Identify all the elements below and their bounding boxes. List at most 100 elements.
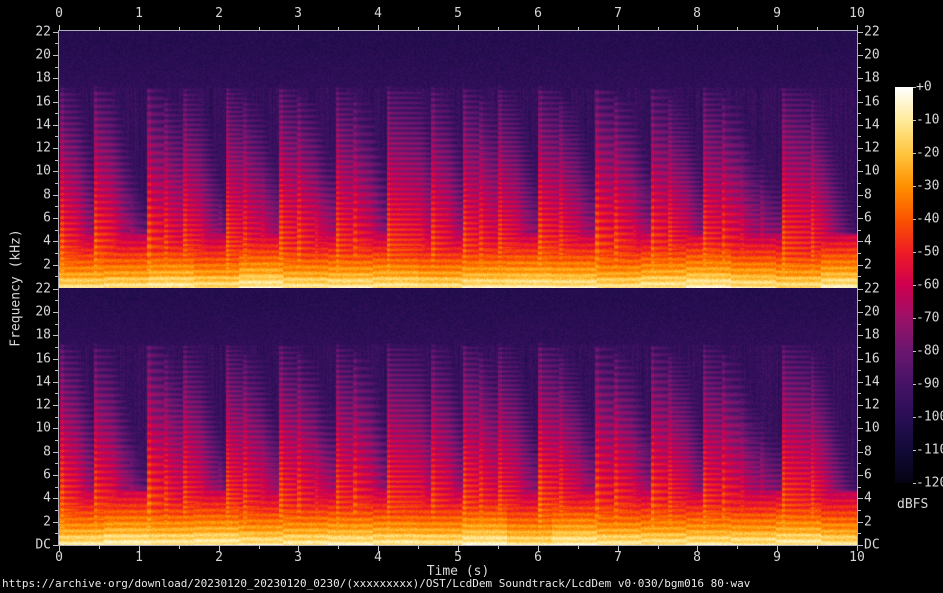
freq-minor-tick-left bbox=[55, 324, 58, 325]
freq-tick-label-right: 20 bbox=[864, 306, 880, 319]
time-tick-label-top: 10 bbox=[849, 7, 865, 20]
freq-major-tick-right bbox=[858, 359, 863, 360]
freq-major-tick-left bbox=[53, 125, 58, 126]
freq-major-tick-left bbox=[53, 312, 58, 313]
time-major-tick-top bbox=[378, 25, 379, 30]
freq-minor-tick-right bbox=[858, 113, 861, 114]
freq-tick-label-right: 6 bbox=[864, 469, 872, 482]
freq-tick-label-right: 4 bbox=[864, 235, 872, 248]
freq-minor-tick-right bbox=[858, 533, 861, 534]
freq-minor-tick-right bbox=[858, 324, 861, 325]
time-major-tick-top bbox=[697, 25, 698, 30]
time-tick-label-top: 9 bbox=[773, 7, 781, 20]
freq-minor-tick-right bbox=[858, 463, 861, 464]
freq-major-tick-right bbox=[858, 218, 863, 219]
freq-major-tick-left bbox=[53, 55, 58, 56]
freq-major-tick-right bbox=[858, 241, 863, 242]
time-tick-label-top: 0 bbox=[55, 7, 63, 20]
time-minor-tick-top bbox=[338, 27, 339, 30]
freq-tick-label-left: 4 bbox=[0, 235, 51, 248]
time-tick-label-top: 3 bbox=[294, 7, 302, 20]
freq-major-tick-right bbox=[858, 312, 863, 313]
freq-minor-tick-left bbox=[55, 417, 58, 418]
colorbar-tick-label: -60 bbox=[916, 279, 939, 292]
freq-tick-label-right: 18 bbox=[864, 329, 880, 342]
freq-tick-label-left: 18 bbox=[0, 329, 51, 342]
colorbar-tick-label: -90 bbox=[916, 378, 939, 391]
freq-tick-label-right: 6 bbox=[864, 212, 872, 225]
freq-major-tick-left bbox=[53, 148, 58, 149]
freq-minor-tick-left bbox=[55, 136, 58, 137]
freq-major-tick-right bbox=[858, 382, 863, 383]
freq-major-tick-right bbox=[858, 32, 863, 33]
freq-minor-tick-right bbox=[858, 206, 861, 207]
time-minor-tick-top bbox=[737, 27, 738, 30]
time-minor-tick-bottom bbox=[737, 546, 738, 549]
freq-tick-label-right: 14 bbox=[864, 119, 880, 132]
time-minor-tick-top bbox=[418, 27, 419, 30]
colorbar-tick-label: -30 bbox=[916, 180, 939, 193]
colorbar-tick-label: -100 bbox=[916, 411, 943, 424]
freq-major-tick-right bbox=[858, 498, 863, 499]
spectrogram-plot bbox=[58, 30, 858, 546]
freq-major-tick-right bbox=[858, 171, 863, 172]
freq-minor-tick-left bbox=[55, 160, 58, 161]
colorbar-tick-label: -20 bbox=[916, 147, 939, 160]
freq-minor-tick-right bbox=[858, 230, 861, 231]
freq-tick-label-right: DC bbox=[864, 539, 880, 552]
freq-minor-tick-left bbox=[55, 463, 58, 464]
freq-major-tick-right bbox=[858, 428, 863, 429]
time-minor-tick-bottom bbox=[817, 546, 818, 549]
freq-major-tick-right bbox=[858, 265, 863, 266]
time-minor-tick-top bbox=[498, 27, 499, 30]
colorbar-tick-label: -10 bbox=[916, 114, 939, 127]
freq-tick-label-left: 20 bbox=[0, 306, 51, 319]
time-major-tick-top bbox=[777, 25, 778, 30]
freq-major-tick-left bbox=[53, 545, 58, 546]
colorbar-tick-label: -70 bbox=[916, 312, 939, 325]
time-minor-tick-bottom bbox=[658, 546, 659, 549]
time-tick-label-bottom: 7 bbox=[614, 551, 622, 564]
freq-major-tick-right bbox=[858, 452, 863, 453]
colorbar-unit-label: dBFS bbox=[897, 497, 928, 512]
freq-minor-tick-right bbox=[858, 67, 861, 68]
freq-major-tick-right bbox=[858, 405, 863, 406]
freq-tick-label-right: 8 bbox=[864, 189, 872, 202]
time-tick-label-bottom: 2 bbox=[215, 551, 223, 564]
freq-minor-tick-left bbox=[55, 276, 58, 277]
freq-minor-tick-left bbox=[55, 370, 58, 371]
freq-major-tick-left bbox=[53, 335, 58, 336]
freq-tick-label-left: 2 bbox=[0, 516, 51, 529]
time-minor-tick-bottom bbox=[259, 546, 260, 549]
freq-major-tick-left bbox=[53, 102, 58, 103]
spectrogram-channel-2 bbox=[59, 288, 857, 545]
freq-tick-label-right: 22 bbox=[864, 26, 880, 39]
freq-minor-tick-left bbox=[55, 510, 58, 511]
time-minor-tick-top bbox=[259, 27, 260, 30]
freq-major-tick-right bbox=[858, 55, 863, 56]
time-minor-tick-top bbox=[578, 27, 579, 30]
freq-major-tick-left bbox=[53, 428, 58, 429]
freq-tick-label-right: 20 bbox=[864, 49, 880, 62]
freq-tick-label-left: 10 bbox=[0, 422, 51, 435]
freq-tick-label-right: 12 bbox=[864, 142, 880, 155]
time-tick-label-bottom: 6 bbox=[534, 551, 542, 564]
freq-major-tick-right bbox=[858, 195, 863, 196]
freq-tick-label-right: 8 bbox=[864, 446, 872, 459]
source-url-text: https://archive·org/download/20230120_20… bbox=[2, 577, 750, 590]
freq-tick-label-right: 14 bbox=[864, 376, 880, 389]
freq-minor-tick-right bbox=[858, 440, 861, 441]
freq-major-tick-left bbox=[53, 32, 58, 33]
time-tick-label-bottom: 0 bbox=[55, 551, 63, 564]
time-major-tick-top bbox=[139, 25, 140, 30]
freq-major-tick-left bbox=[53, 289, 58, 290]
freq-minor-tick-right bbox=[858, 300, 861, 301]
freq-tick-label-right: 10 bbox=[864, 165, 880, 178]
freq-major-tick-left bbox=[53, 195, 58, 196]
time-minor-tick-top bbox=[179, 27, 180, 30]
freq-minor-tick-left bbox=[55, 67, 58, 68]
freq-minor-tick-right bbox=[858, 370, 861, 371]
freq-major-tick-left bbox=[53, 78, 58, 79]
colorbar-tick-label: -50 bbox=[916, 246, 939, 259]
time-major-tick-top bbox=[618, 25, 619, 30]
